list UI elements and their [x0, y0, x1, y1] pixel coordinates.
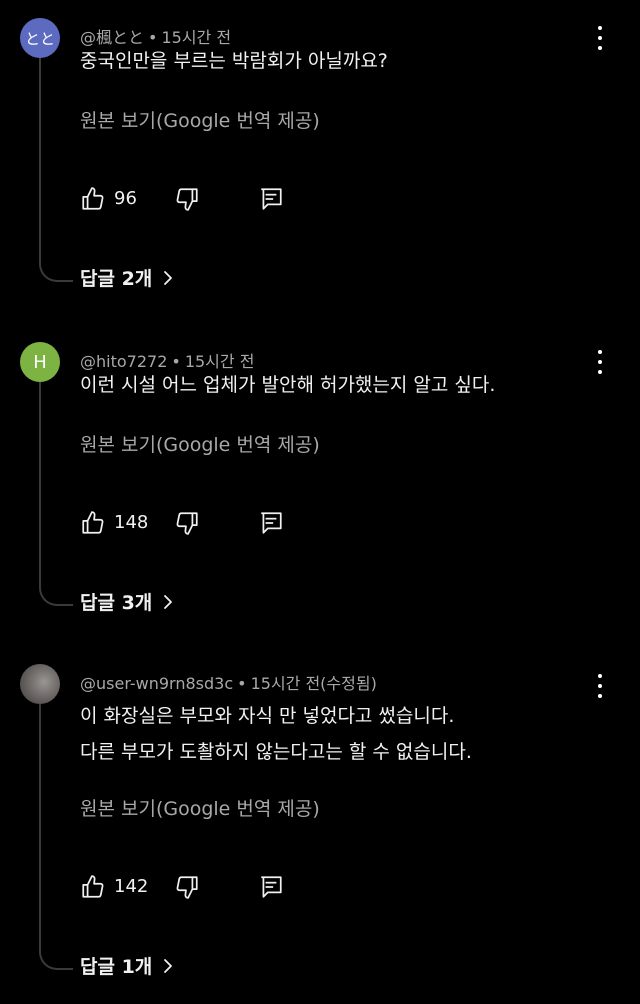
avatar-initials: とと — [24, 29, 55, 48]
thumbs-up-icon[interactable] — [80, 874, 106, 900]
comment-item: @user-wn9rn8sd3c • 15시간 전(수정됨) 이 화장실은 부모와 … — [0, 664, 640, 984]
view-replies-button[interactable]: 답글 3개 — [80, 588, 176, 615]
like-count: 148 — [114, 512, 149, 533]
thumbs-down-icon[interactable] — [174, 186, 200, 212]
more-options-button[interactable] — [592, 26, 608, 50]
reply-icon[interactable] — [258, 874, 284, 900]
show-original-link[interactable]: 원본 보기(Google 번역 제공) — [80, 794, 320, 821]
avatar[interactable]: とと — [20, 18, 60, 58]
comment-actions: 96 — [80, 186, 300, 214]
avatar[interactable] — [20, 664, 60, 704]
reply-icon[interactable] — [258, 186, 284, 212]
thumbs-down-icon[interactable] — [174, 510, 200, 536]
view-replies-button[interactable]: 답글 2개 — [80, 264, 176, 291]
like-count: 142 — [114, 876, 149, 897]
reply-icon[interactable] — [258, 510, 284, 536]
comment-text-line: 이런 시설 어느 업체가 발안해 허가했는지 알고 싶다. — [80, 374, 496, 396]
comment-author[interactable]: @user-wn9rn8sd3c — [80, 674, 233, 693]
chevron-right-icon — [164, 958, 173, 973]
comment-actions: 148 — [80, 510, 300, 538]
comment-meta: @user-wn9rn8sd3c • 15시간 전(수정됨) — [80, 670, 377, 694]
avatar-initials: H — [33, 351, 47, 373]
comment-text: 이런 시설 어느 업체가 발안해 허가했는지 알고 싶다. — [80, 367, 495, 403]
like-count: 96 — [114, 188, 137, 209]
show-original-link[interactable]: 원본 보기(Google 번역 제공) — [80, 106, 320, 133]
comment-text-line: 중국인만을 부르는 박람회가 아닐까요? — [80, 50, 388, 72]
avatar[interactable]: H — [20, 342, 60, 382]
comment-actions: 142 — [80, 874, 300, 902]
comment-text-line: 다른 부모가 도촬하지 않는다고는 할 수 없습니다. — [80, 741, 472, 763]
reply-thread-line — [39, 58, 73, 282]
chevron-right-icon — [164, 270, 173, 285]
thumbs-up-icon[interactable] — [80, 510, 106, 536]
show-original-link[interactable]: 원본 보기(Google 번역 제공) — [80, 430, 320, 457]
thumbs-up-icon[interactable] — [80, 186, 106, 212]
replies-label: 답글 3개 — [80, 592, 153, 614]
chevron-right-icon — [164, 594, 173, 609]
thumbs-down-icon[interactable] — [174, 874, 200, 900]
replies-label: 답글 1개 — [80, 956, 153, 978]
comment-text: 중국인만을 부르는 박람회가 아닐까요? — [80, 43, 388, 79]
comment-text-line: 이 화장실은 부모와 자식 만 넣었다고 썼습니다. — [80, 705, 455, 727]
reply-thread-line — [39, 704, 73, 970]
view-replies-button[interactable]: 답글 1개 — [80, 952, 176, 979]
meta-separator: • — [237, 674, 247, 693]
replies-label: 답글 2개 — [80, 268, 153, 290]
more-options-button[interactable] — [592, 350, 608, 374]
more-options-button[interactable] — [592, 674, 608, 698]
comment-text: 이 화장실은 부모와 자식 만 넣었다고 썼습니다. 다른 부모가 도촬하지 않… — [80, 698, 472, 770]
comment-time: 15시간 전(수정됨) — [250, 674, 377, 693]
comment-item: とと @楓とと • 15시간 전 중국인만을 부르는 박람회가 아닐까요? 원본 보… — [0, 18, 640, 303]
reply-thread-line — [39, 382, 73, 606]
comment-item: H @hito7272 • 15시간 전 이런 시설 어느 업체가 발안해 허가했는… — [0, 342, 640, 627]
